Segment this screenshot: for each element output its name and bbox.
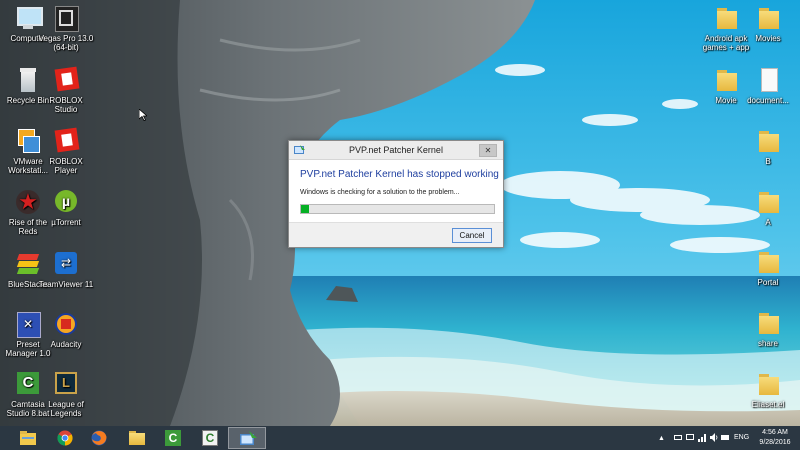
desktop-icon-roblox-player[interactable]: ROBLOX Player — [38, 127, 94, 175]
wifi-signal-icon[interactable] — [698, 433, 707, 442]
league-of-legends-icon: L — [52, 370, 80, 398]
taskbar-chrome-button[interactable] — [46, 427, 84, 449]
folder-icon — [754, 127, 782, 155]
audacity-icon — [52, 310, 80, 338]
firefox-icon — [91, 430, 107, 446]
taskbar: C C ▲ ENG 4:56 AM 9/28/2016 — [0, 426, 800, 450]
folder-icon — [754, 370, 782, 398]
mouse-cursor-icon — [139, 109, 147, 121]
desktop-icon-movies[interactable]: Movies — [740, 4, 796, 43]
taskbar-folder-button[interactable] — [118, 427, 156, 449]
roblox-player-icon — [52, 127, 80, 155]
desktop-icon-share[interactable]: share — [740, 309, 796, 348]
clock-time[interactable]: 4:56 AM — [754, 429, 796, 436]
folder-icon — [712, 4, 740, 32]
dialog-titlebar[interactable]: PVP.net Patcher Kernel ✕ — [289, 141, 503, 160]
desktop-icon-a[interactable]: A — [740, 188, 796, 227]
input-language-indicator[interactable]: ENG — [734, 434, 749, 441]
error-reporting-icon — [240, 431, 257, 445]
taskbar-error-reporting-button[interactable] — [228, 427, 266, 449]
dialog-title: PVP.net Patcher Kernel — [349, 145, 443, 155]
clock-date[interactable]: 9/28/2016 — [754, 439, 796, 446]
folder-icon — [128, 430, 146, 446]
cancel-button[interactable]: Cancel — [452, 228, 492, 243]
folder-icon — [754, 309, 782, 337]
taskbar-camtasia-recorder-button[interactable]: C — [191, 427, 229, 449]
desktop-icon-roblox-studio[interactable]: ROBLOX Studio — [38, 66, 94, 114]
system-tray: ▲ ENG 4:56 AM 9/28/2016 — [650, 426, 800, 450]
desktop-icon-eliaset[interactable]: Eliaset.el — [740, 370, 796, 409]
battery-icon[interactable] — [721, 433, 730, 442]
progress-bar — [300, 204, 495, 214]
desktop-icon-vegas-pro[interactable]: Vegas Pro 13.0 (64-bit) — [38, 4, 94, 52]
progress-bar-fill — [301, 205, 309, 213]
camtasia-recorder-icon: C — [201, 430, 219, 446]
file-explorer-icon — [19, 430, 37, 446]
folder-icon — [754, 248, 782, 276]
vegas-pro-icon — [52, 4, 80, 32]
desktop-icon-utorrent[interactable]: µ µTorrent — [38, 188, 94, 227]
document-icon — [754, 66, 782, 94]
desktop-icon-portal[interactable]: Portal — [740, 248, 796, 287]
network-adapter-icon[interactable] — [674, 433, 683, 442]
camtasia-icon: C — [164, 430, 182, 446]
desktop-icon-audacity[interactable]: Audacity — [38, 310, 94, 349]
error-dialog: PVP.net Patcher Kernel ✕ PVP.net Patcher… — [288, 140, 504, 248]
folder-icon — [712, 66, 740, 94]
folder-icon — [754, 188, 782, 216]
folder-icon — [754, 4, 782, 32]
teamviewer-icon: ⇄ — [52, 250, 80, 278]
close-button[interactable]: ✕ — [479, 144, 497, 157]
desktop-icon-document[interactable]: document... — [740, 66, 796, 105]
desktop-icon-teamviewer[interactable]: ⇄ TeamViewer 11 — [38, 250, 94, 289]
taskbar-file-explorer-button[interactable] — [9, 427, 47, 449]
display-icon[interactable] — [686, 433, 695, 442]
desktop-icon-b[interactable]: B — [740, 127, 796, 166]
dialog-footer: Cancel — [289, 222, 503, 247]
desktop-icon-league-of-legends[interactable]: L League of Legends — [38, 370, 94, 418]
dialog-message: Windows is checking for a solution to th… — [300, 189, 460, 196]
volume-icon[interactable] — [710, 433, 719, 442]
taskbar-firefox-button[interactable] — [80, 427, 118, 449]
dialog-heading: PVP.net Patcher Kernel has stopped worki… — [300, 169, 499, 180]
utorrent-icon: µ — [52, 188, 80, 216]
roblox-studio-icon — [52, 66, 80, 94]
chrome-icon — [57, 430, 73, 446]
taskbar-camtasia-button[interactable]: C — [154, 427, 192, 449]
show-hidden-icons-icon[interactable]: ▲ — [658, 434, 667, 443]
